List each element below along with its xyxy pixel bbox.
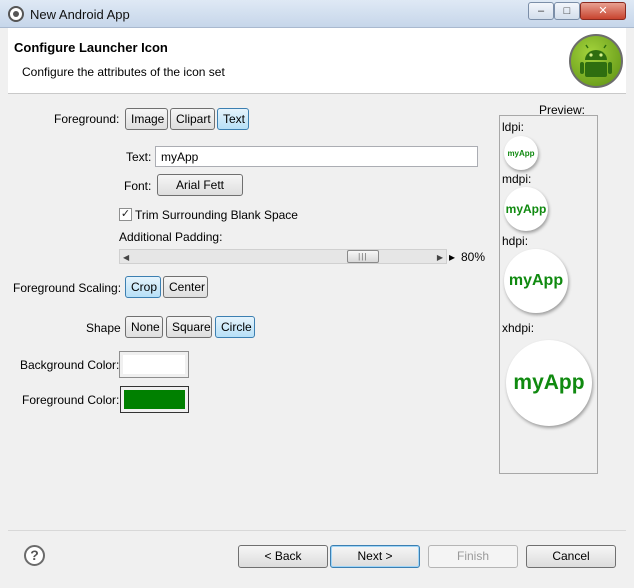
android-logo-icon (569, 34, 623, 88)
foreground-color-swatch[interactable] (120, 386, 189, 413)
background-color-swatch[interactable] (119, 351, 189, 378)
icon-text-input[interactable] (155, 146, 478, 167)
shape-label: Shape (86, 321, 121, 335)
slider-thumb[interactable]: ||| (346, 250, 379, 263)
preview-ldpi-icon: myApp (504, 136, 538, 170)
foreground-clipart-button[interactable]: Clipart (170, 108, 215, 130)
next-button[interactable]: Next > (330, 545, 420, 568)
app-icon (8, 6, 24, 22)
foreground-color-label: Foreground Color: (22, 393, 120, 407)
slider-left-arrow-icon[interactable]: ◀ (123, 253, 129, 262)
title-bar: New Android App – □ ✕ (0, 0, 634, 28)
preview-hdpi-label: hdpi: (502, 234, 529, 248)
preview-mdpi-icon: myApp (504, 187, 548, 231)
shape-circle-button[interactable]: Circle (215, 316, 255, 338)
scaling-label: Foreground Scaling: (13, 281, 122, 295)
padding-label: Additional Padding: (119, 230, 223, 244)
font-button[interactable]: Arial Fett (157, 174, 243, 196)
close-button[interactable]: ✕ (580, 2, 626, 20)
text-label: Text: (126, 150, 152, 164)
help-icon[interactable]: ? (24, 545, 45, 566)
icon-config-panel: Foreground: Image Clipart Text Text: Fon… (8, 95, 626, 528)
preview-mdpi-label: mdpi: (502, 172, 532, 186)
slider-right-arrow-icon[interactable]: ▶ (437, 253, 443, 262)
background-color-fill (123, 355, 185, 374)
preview-hdpi-icon: myApp (504, 249, 568, 313)
minimize-button[interactable]: – (528, 2, 554, 20)
wizard-header: Configure Launcher Icon Configure the at… (8, 28, 626, 94)
footer-divider (8, 530, 626, 531)
padding-value: 80% (461, 250, 486, 264)
trim-label: Trim Surrounding Blank Space (135, 208, 298, 222)
page-subtitle: Configure the attributes of the icon set (22, 65, 225, 79)
foreground-label: Foreground: (54, 112, 120, 126)
foreground-color-fill (124, 390, 185, 409)
window-title: New Android App (30, 7, 130, 22)
maximize-button[interactable]: □ (554, 2, 580, 20)
cancel-button[interactable]: Cancel (526, 545, 616, 568)
padding-slider[interactable]: ◀ ||| ▶ (119, 249, 447, 264)
background-color-label: Background Color: (20, 358, 120, 372)
foreground-image-button[interactable]: Image (125, 108, 168, 130)
shape-square-button[interactable]: Square (166, 316, 212, 338)
scaling-center-button[interactable]: Center (163, 276, 208, 298)
shape-none-button[interactable]: None (125, 316, 163, 338)
finish-button: Finish (428, 545, 518, 568)
android-robot-icon (580, 44, 612, 77)
preview-ldpi-label: ldpi: (502, 120, 525, 134)
page-title: Configure Launcher Icon (14, 40, 168, 55)
trim-checkbox[interactable]: ✓ (119, 208, 132, 221)
font-label: Font: (124, 179, 152, 193)
preview-xhdpi-label: xhdpi: (502, 321, 535, 335)
foreground-text-button[interactable]: Text (217, 108, 249, 130)
back-button[interactable]: < Back (238, 545, 328, 568)
preview-xhdpi-icon: myApp (506, 340, 592, 426)
slider-end-arrow-icon: ▸ (449, 250, 456, 264)
scaling-crop-button[interactable]: Crop (125, 276, 161, 298)
preview-panel: ldpi: myApp mdpi: myApp hdpi: myApp xhdp… (499, 115, 598, 474)
